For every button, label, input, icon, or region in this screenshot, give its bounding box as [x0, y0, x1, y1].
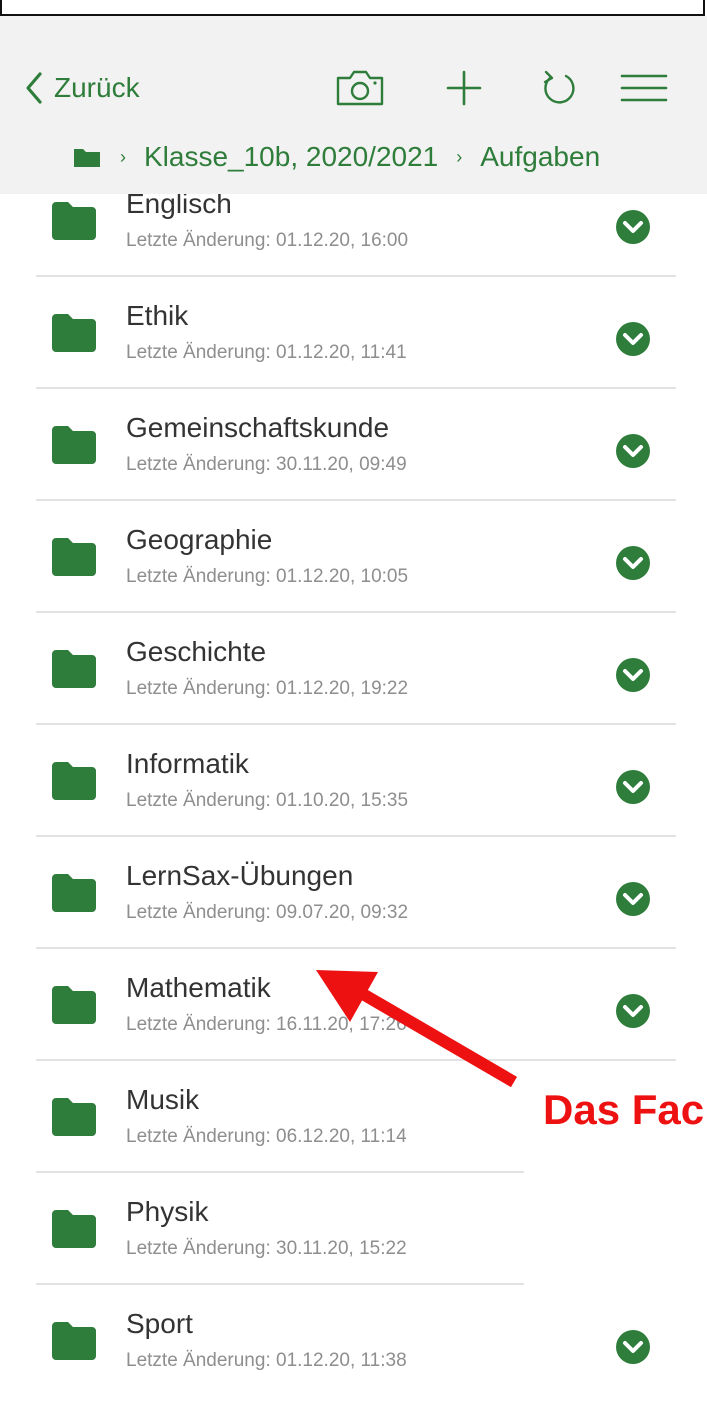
folder-name: Informatik: [126, 748, 249, 779]
folder-name: Geschichte: [126, 636, 267, 667]
folder-modified-date: Letzte Änderung: 01.12.20, 11:41: [126, 342, 407, 363]
chevron-down-circle-icon[interactable]: [612, 318, 654, 360]
chevron-down-circle-icon[interactable]: [612, 206, 654, 248]
folder-icon[interactable]: [72, 145, 102, 169]
folder-modified-date: Letzte Änderung: 01.12.20, 11:38: [126, 1350, 407, 1371]
chevron-down-circle-icon[interactable]: [612, 990, 654, 1032]
breadcrumb-item-class[interactable]: Klasse_10b, 2020/2021: [144, 141, 438, 173]
chevron-down-circle-icon[interactable]: [612, 654, 654, 696]
folder-modified-date: Letzte Änderung: 09.07.20, 09:32: [126, 902, 409, 923]
folder-modified-date: Letzte Änderung: 01.12.20, 16:00: [126, 230, 409, 251]
breadcrumb: › Klasse_10b, 2020/2021 › Aufgaben: [72, 137, 707, 177]
folder-icon: [52, 650, 96, 688]
folder-row[interactable]: LernSax-Übungen Letzte Änderung: 09.07.20…: [0, 842, 707, 953]
folder-row[interactable]: Physik Letzte Änderung: 30.11.20, 15:22: [0, 1178, 707, 1289]
row-divider: [36, 1283, 524, 1285]
refresh-icon: [543, 70, 575, 104]
chevron-left-icon: [26, 72, 42, 104]
folder-icon: [52, 1098, 96, 1136]
folder-modified-date: Letzte Änderung: 01.12.20, 19:22: [126, 678, 409, 699]
annotation-arrow: [316, 970, 518, 1088]
camera-button[interactable]: [332, 62, 388, 114]
row-divider: [36, 387, 676, 389]
folder-name: LernSax-Übungen: [126, 860, 354, 891]
image-frame: [0, 0, 705, 16]
folder-modified-date: Letzte Änderung: 30.11.20, 09:49: [126, 454, 407, 475]
folder-icon: [52, 538, 96, 576]
folder-icon: [52, 1322, 96, 1360]
breadcrumb-separator: ›: [120, 146, 126, 167]
row-divider: [36, 275, 676, 277]
folder-name: Gemeinschaftskunde: [126, 412, 390, 443]
chevron-down-circle-icon[interactable]: [612, 766, 654, 808]
folder-modified-date: Letzte Änderung: 06.12.20, 11:14: [126, 1126, 407, 1147]
back-button[interactable]: Zurück: [22, 68, 140, 108]
row-divider: [36, 499, 676, 501]
folder-row[interactable]: Geschichte Letzte Änderung: 01.12.20, 19:…: [0, 618, 707, 729]
row-divider: [36, 835, 676, 837]
chevron-down-circle-icon[interactable]: [612, 1326, 654, 1368]
folder-name: Musik: [126, 1084, 200, 1115]
row-divider: [36, 723, 676, 725]
folder-row[interactable]: Ethik Letzte Änderung: 01.12.20, 11:41: [0, 282, 707, 393]
row-divider: [36, 1171, 524, 1173]
add-button[interactable]: [436, 62, 492, 114]
folder-name: Sport: [126, 1308, 193, 1339]
folder-row[interactable]: Geographie Letzte Änderung: 01.12.20, 10:…: [0, 506, 707, 617]
folder-icon: [52, 762, 96, 800]
top-navigation-bar: Zurück › Klasse_10b, 2020/2021 › Aufgabe…: [0, 16, 707, 194]
folder-icon: [52, 202, 96, 240]
folder-name: Mathematik: [126, 972, 271, 1003]
menu-icon: [620, 74, 668, 102]
folder-modified-date: Letzte Änderung: 01.12.20, 10:05: [126, 566, 409, 587]
chevron-down-circle-icon[interactable]: [612, 878, 654, 920]
camera-icon: [336, 70, 384, 106]
row-divider: [36, 611, 676, 613]
folder-row[interactable]: Gemeinschaftskunde Letzte Änderung: 30.11…: [0, 394, 707, 505]
folder-row[interactable]: Sport Letzte Änderung: 01.12.20, 11:38: [0, 1290, 707, 1401]
folder-icon: [52, 1210, 96, 1248]
folder-icon: [52, 874, 96, 912]
row-divider: [36, 947, 676, 949]
folder-name: Ethik: [126, 300, 189, 331]
refresh-button[interactable]: [532, 62, 588, 114]
back-label: Zurück: [54, 72, 140, 103]
breadcrumb-item-current[interactable]: Aufgaben: [480, 141, 600, 173]
folder-name: Geographie: [126, 524, 273, 555]
folder-name: Physik: [126, 1196, 209, 1227]
menu-button[interactable]: [616, 62, 672, 114]
folder-modified-date: Letzte Änderung: 01.10.20, 15:35: [126, 790, 409, 811]
folder-icon: [52, 986, 96, 1024]
folder-modified-date: Letzte Änderung: 30.11.20, 15:22: [126, 1238, 407, 1259]
annotation-label: Das Fach: [543, 1086, 707, 1133]
folder-row[interactable]: Informatik Letzte Änderung: 01.10.20, 15:…: [0, 730, 707, 841]
chevron-down-circle-icon[interactable]: [612, 542, 654, 584]
breadcrumb-separator: ›: [456, 146, 463, 167]
folder-icon: [52, 314, 96, 352]
plus-icon: [446, 70, 482, 106]
chevron-down-circle-icon[interactable]: [612, 430, 654, 472]
folder-icon: [52, 426, 96, 464]
